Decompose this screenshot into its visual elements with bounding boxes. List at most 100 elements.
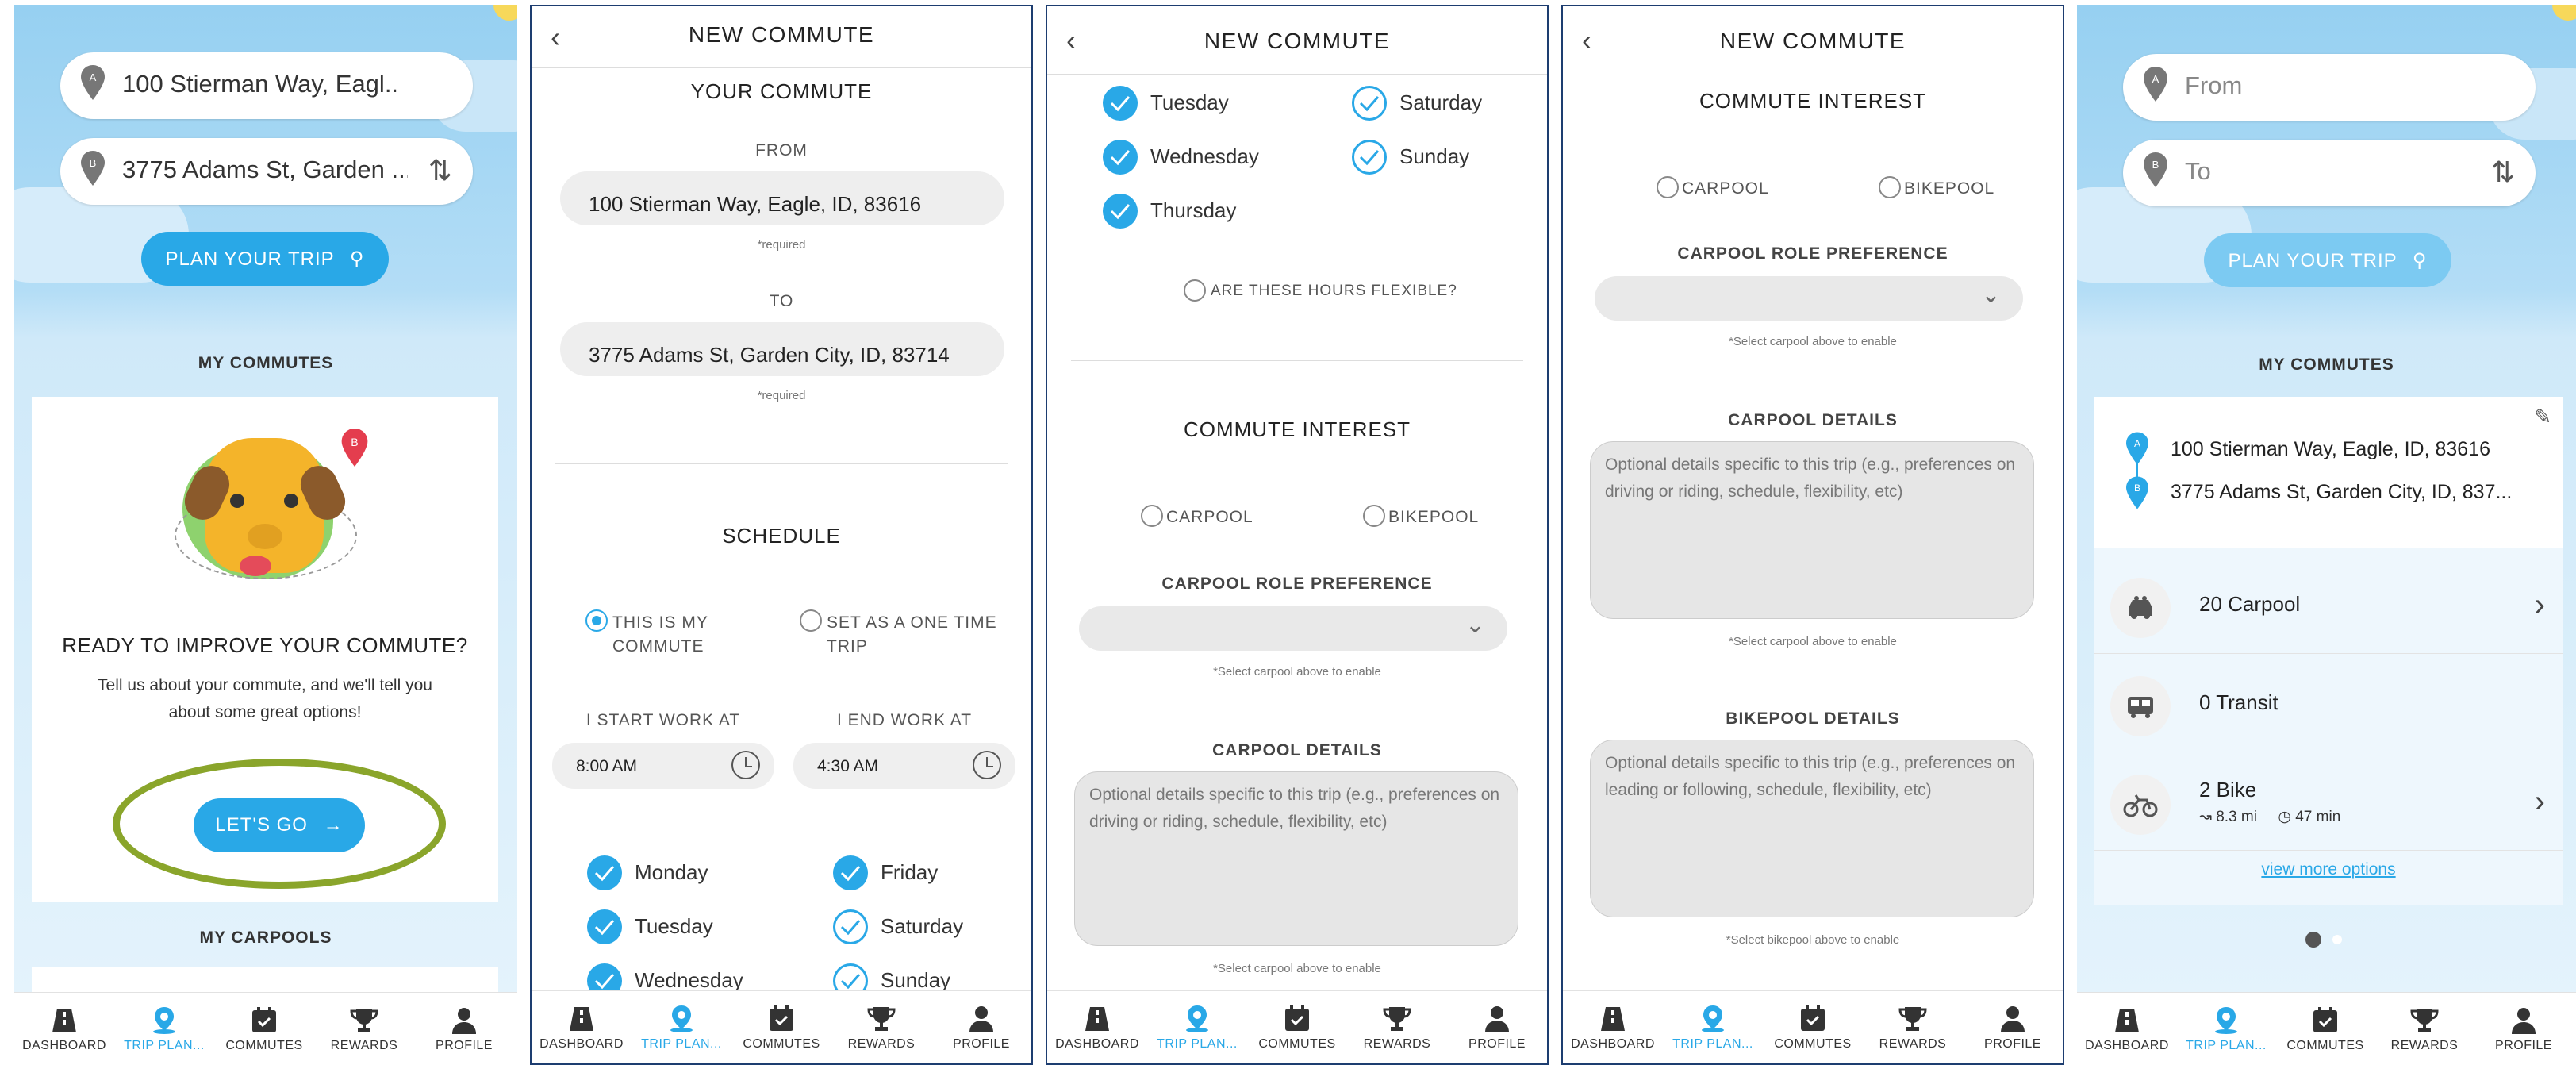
bikepool-radio[interactable] <box>1363 505 1385 527</box>
route-summary[interactable]: ✎ A B 100 Stierman Way, Eagle, ID, 83616… <box>2094 397 2563 548</box>
nav-commutes[interactable]: COMMUTES <box>2275 1007 2375 1053</box>
plan-trip-button[interactable]: PLAN YOUR TRIP ⚲ <box>2204 233 2451 287</box>
checkmark-icon <box>1110 150 1131 166</box>
swap-icon[interactable]: ⇅ <box>2491 156 2515 189</box>
header: ‹ NEW COMMUTE <box>1563 6 2063 75</box>
pin-marker-icon <box>240 556 271 576</box>
nav-label: DASHBOARD <box>2085 1039 2169 1052</box>
nav-rewards[interactable]: REWARDS <box>314 1007 414 1053</box>
nav-trip-plan[interactable]: TRIP PLAN... <box>2176 1007 2276 1053</box>
view-more-options-link[interactable]: view more options <box>2094 860 2563 879</box>
nav-commutes[interactable]: COMMUTES <box>1763 1005 1863 1052</box>
calendar-icon <box>1801 1005 1825 1031</box>
svg-text:B: B <box>2152 159 2159 171</box>
nav-trip-plan[interactable]: TRIP PLAN... <box>1663 1005 1763 1052</box>
nav-dashboard[interactable]: DASHBOARD <box>14 1007 114 1053</box>
your-commute-heading: YOUR COMMUTE <box>690 79 873 103</box>
nav-profile[interactable]: PROFILE <box>1963 1005 2063 1052</box>
carpool-details-textarea[interactable]: Optional details specific to this trip (… <box>1074 771 1518 946</box>
nav-dashboard[interactable]: DASHBOARD <box>1047 1005 1147 1052</box>
calendar-icon <box>2313 1007 2337 1032</box>
checkmark-icon <box>840 920 861 936</box>
svg-text:A: A <box>2134 438 2141 449</box>
lets-go-button[interactable]: LET'S GO → <box>194 798 365 852</box>
check-monday[interactable] <box>587 855 622 890</box>
nav-trip-plan[interactable]: TRIP PLAN... <box>114 1007 214 1053</box>
nav-trip-plan[interactable]: TRIP PLAN... <box>1147 1005 1247 1052</box>
nav-label: COMMUTES <box>1774 1037 1852 1051</box>
from-field[interactable]: 100 Stierman Way, Eagle, ID, 83616 <box>560 171 1004 225</box>
nav-dashboard[interactable]: DASHBOARD <box>1563 1005 1663 1052</box>
checkmark-icon <box>1359 150 1380 166</box>
check-saturday[interactable] <box>1352 86 1387 121</box>
nav-profile[interactable]: PROFILE <box>414 1007 514 1053</box>
svg-text:B: B <box>351 436 358 449</box>
nav-profile[interactable]: PROFILE <box>931 1005 1031 1052</box>
nav-profile[interactable]: PROFILE <box>1447 1005 1547 1052</box>
start-time-field[interactable]: 8:00 AM <box>552 743 774 789</box>
page-dot-active[interactable] <box>2305 932 2321 948</box>
bike-distance: 8.3 mi <box>2216 809 2257 825</box>
from-input[interactable]: A From <box>2123 54 2536 121</box>
nav-rewards[interactable]: REWARDS <box>1863 1005 1963 1052</box>
screen-new-commute-1: ‹ NEW COMMUTE YOUR COMMUTE FROM 100 Stie… <box>530 5 1033 1065</box>
checkmark-icon <box>1110 96 1131 112</box>
trophy-icon <box>2410 1009 2439 1032</box>
check-tuesday[interactable] <box>587 909 622 944</box>
radio-this-is-my-commute[interactable] <box>585 609 608 632</box>
to-field[interactable]: 3775 Adams St, Garden City, ID, 83714 <box>560 322 1004 376</box>
trip-pin-icon <box>153 1007 175 1034</box>
nav-label: REWARDS <box>847 1037 916 1051</box>
to-placeholder: To <box>2185 157 2211 185</box>
nav-commutes[interactable]: COMMUTES <box>1247 1005 1347 1052</box>
end-time-field[interactable]: 4:30 AM <box>793 743 1015 789</box>
carpool-details-textarea[interactable]: Optional details specific to this trip (… <box>1590 441 2034 619</box>
clock-icon: ◷ <box>2278 809 2291 825</box>
plan-trip-button[interactable]: PLAN YOUR TRIP ⚲ <box>141 232 389 286</box>
person-icon <box>2512 1008 2536 1034</box>
from-input[interactable]: A 100 Stierman Way, Eagl... <box>60 52 473 119</box>
carpool-radio[interactable] <box>1657 176 1679 198</box>
checkmark-icon <box>1359 96 1380 112</box>
check-thursday[interactable] <box>1103 194 1138 229</box>
from-label: FROM <box>755 141 808 160</box>
carpool-role-dropdown[interactable]: ⌄ <box>1079 606 1507 651</box>
bike-option-row[interactable]: 2 Bike ↝ 8.3 mi ◷ 47 min › <box>2094 757 2563 851</box>
to-input[interactable]: B 3775 Adams St, Garden ... ⇅ <box>60 138 473 205</box>
start-work-label: I START WORK AT <box>585 711 741 729</box>
bikepool-details-textarea[interactable]: Optional details specific to this trip (… <box>1590 740 2034 917</box>
checkmark-icon <box>1110 204 1131 220</box>
radio-one-time-trip[interactable] <box>800 609 822 632</box>
nav-rewards[interactable]: REWARDS <box>1347 1005 1447 1052</box>
carpool-option-row[interactable]: 20 Carpool › <box>2094 560 2563 654</box>
nav-rewards[interactable]: REWARDS <box>831 1005 931 1052</box>
nav-profile[interactable]: PROFILE <box>2474 1007 2574 1053</box>
nav-commutes[interactable]: COMMUTES <box>731 1005 831 1052</box>
check-tuesday[interactable] <box>1103 86 1138 121</box>
check-wednesday[interactable] <box>1103 140 1138 175</box>
check-saturday[interactable] <box>833 909 868 944</box>
flexible-hours-radio[interactable] <box>1184 279 1206 302</box>
clock-icon <box>731 751 760 779</box>
svg-text:B: B <box>90 157 97 169</box>
nav-dashboard[interactable]: DASHBOARD <box>532 1005 632 1052</box>
swap-icon[interactable]: ⇅ <box>428 154 452 187</box>
to-input[interactable]: B To ⇅ <box>2123 140 2536 206</box>
my-commutes-heading: MY COMMUTES <box>198 354 334 372</box>
bikepool-radio[interactable] <box>1879 176 1901 198</box>
header: ‹ NEW COMMUTE <box>1047 6 1547 75</box>
transit-option-row[interactable]: 0 Transit <box>2094 659 2563 752</box>
nav-dashboard[interactable]: DASHBOARD <box>2077 1007 2177 1053</box>
to-value: 3775 Adams St, Garden ... <box>122 156 408 183</box>
check-friday[interactable] <box>833 855 868 890</box>
carpool-role-dropdown[interactable]: ⌄ <box>1595 276 2023 321</box>
page-dot[interactable] <box>2332 935 2342 944</box>
nav-label: COMMUTES <box>743 1037 820 1051</box>
check-sunday[interactable] <box>1352 140 1387 175</box>
carpool-radio[interactable] <box>1141 505 1163 527</box>
nav-commutes[interactable]: COMMUTES <box>214 1007 314 1053</box>
screen-new-commute-3: ‹ NEW COMMUTE COMMUTE INTEREST CARPOOL B… <box>1561 5 2064 1065</box>
pencil-icon[interactable]: ✎ <box>2534 405 2551 429</box>
nav-trip-plan[interactable]: TRIP PLAN... <box>632 1005 731 1052</box>
nav-rewards[interactable]: REWARDS <box>2374 1007 2474 1053</box>
